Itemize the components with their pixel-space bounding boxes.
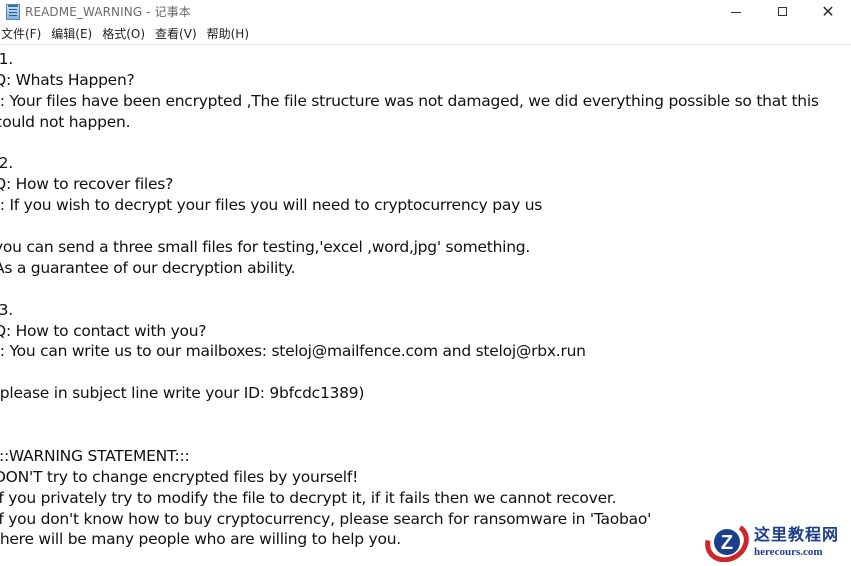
text-editor-area[interactable]: .1. Q: Whats Happen? ): Your files have … <box>0 45 851 564</box>
text-line: .2. <box>0 154 13 173</box>
text-line: ): You can write us to our mailboxes: st… <box>0 342 586 361</box>
text-line: you can send a three small files for tes… <box>0 238 531 257</box>
window-title: README_WARNING - 记事本 <box>25 5 191 19</box>
text-line <box>0 362 844 383</box>
text-line <box>0 425 844 446</box>
notepad-icon <box>6 3 20 20</box>
menu-bar: 文件(F) 编辑(E) 格式(O) 查看(V) 帮助(H) <box>0 24 851 44</box>
text-line: DON'T try to change encrypted files by y… <box>0 467 359 486</box>
text-line: .3. <box>0 300 13 319</box>
menu-edit[interactable]: 编辑(E) <box>48 24 95 44</box>
close-icon: ✕ <box>821 1 835 21</box>
watermark-logo-icon: Z <box>704 521 750 563</box>
text-line: :::WARNING STATEMENT::: <box>0 446 190 465</box>
maximize-button[interactable] <box>759 0 805 23</box>
text-line <box>0 216 844 237</box>
text-line: ): If you wish to decrypt your files you… <box>0 196 543 215</box>
title-bar[interactable]: README_WARNING - 记事本 ✕ <box>0 0 851 23</box>
text-line <box>0 133 844 154</box>
minimize-button[interactable] <box>713 0 759 23</box>
maximize-icon <box>777 7 787 16</box>
window-controls: ✕ <box>713 0 851 23</box>
close-button[interactable]: ✕ <box>805 0 851 23</box>
text-line <box>0 279 844 300</box>
text-line: (please in subject line write your ID: 9… <box>0 384 365 403</box>
menu-file[interactable]: 文件(F) <box>0 24 44 44</box>
document-text[interactable]: .1. Q: Whats Happen? ): Your files have … <box>0 49 844 550</box>
text-line: Q: How to contact with you? <box>0 321 207 340</box>
menu-help[interactable]: 帮助(H) <box>204 24 252 44</box>
svg-text:Z: Z <box>721 532 733 554</box>
watermark-en-text: herecours.com <box>754 545 823 558</box>
watermark-cn-text: 这里教程网 <box>754 524 840 544</box>
text-line: .1. <box>0 50 13 68</box>
minimize-icon <box>731 12 741 13</box>
menu-format[interactable]: 格式(O) <box>99 24 148 44</box>
text-line: As a guarantee of our decryption ability… <box>0 258 296 277</box>
text-line: Q: Whats Happen? <box>0 70 135 89</box>
text-line: Q: How to recover files? <box>0 175 174 194</box>
text-line: ): Your files have been encrypted ,The f… <box>0 91 819 110</box>
site-watermark: Z 这里教程网 herecours.com <box>704 520 850 564</box>
text-line: If you privately try to modify the file … <box>0 488 617 507</box>
text-line <box>0 404 844 425</box>
menu-view[interactable]: 查看(V) <box>152 24 200 44</box>
text-line: could not happen. <box>0 112 131 131</box>
